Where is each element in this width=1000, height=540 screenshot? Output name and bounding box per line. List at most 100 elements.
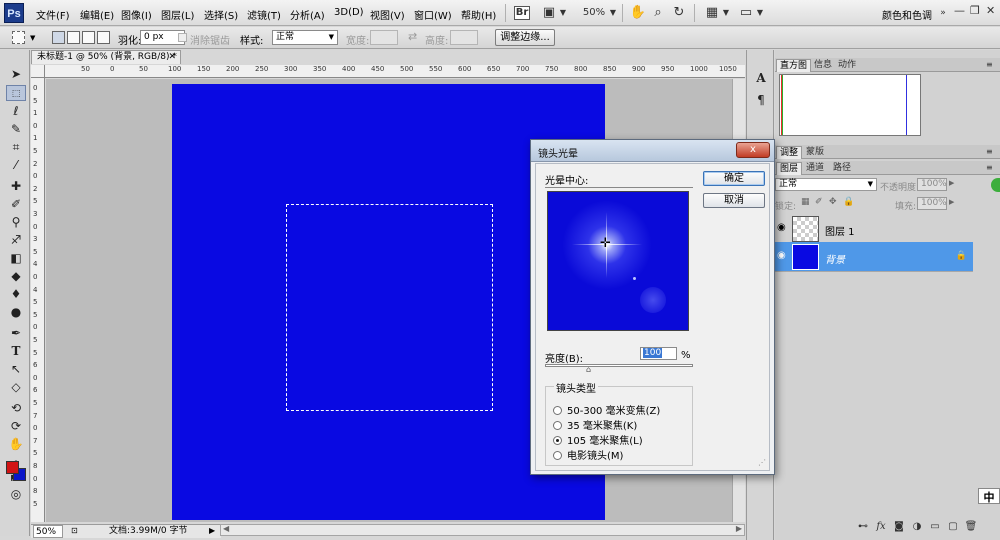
menu-view[interactable]: 视图(V) xyxy=(370,7,405,22)
menu-filter[interactable]: 滤镜(T) xyxy=(247,7,281,22)
radio-button[interactable] xyxy=(553,406,562,415)
close-tab-icon[interactable]: ✕ xyxy=(168,51,176,64)
flare-center-crosshair-icon[interactable]: ✛ xyxy=(600,237,611,250)
tab-actions[interactable]: 动作 xyxy=(835,59,859,72)
opacity-input[interactable]: 100% xyxy=(917,178,947,191)
history-brush-tool-icon[interactable]: ♐ xyxy=(6,232,26,248)
clone-stamp-tool-icon[interactable]: ⚲ xyxy=(6,214,26,230)
new-group-icon[interactable]: ▭ xyxy=(927,521,943,532)
subtract-from-selection-icon[interactable] xyxy=(82,31,95,44)
restore-icon[interactable]: ❐ xyxy=(970,4,980,17)
tab-adjustments[interactable]: 调整 xyxy=(776,146,803,159)
minimize-icon[interactable]: — xyxy=(954,4,965,17)
panel-menu-icon[interactable]: ≡ xyxy=(983,162,996,175)
menu-layer[interactable]: 图层(L) xyxy=(161,7,194,22)
lens-option-movie[interactable]: 电影镜头(M) xyxy=(553,447,623,462)
link-layers-icon[interactable]: ⊷ xyxy=(855,521,871,532)
ruler-origin[interactable] xyxy=(31,65,45,78)
shape-tool-icon[interactable]: ◇ xyxy=(6,379,26,395)
lasso-tool-icon[interactable]: ℓ xyxy=(6,103,26,119)
view-extras-icon[interactable]: ▣ xyxy=(540,5,558,21)
path-selection-tool-icon[interactable]: ↖ xyxy=(6,361,26,377)
quick-selection-tool-icon[interactable]: ✎ xyxy=(6,121,26,137)
character-panel-icon[interactable]: A xyxy=(752,70,770,86)
chevron-down-icon[interactable]: ▼ xyxy=(608,5,618,21)
blur-tool-icon[interactable]: ♦ xyxy=(6,286,26,302)
workspace-switcher[interactable]: 颜色和色调 xyxy=(882,7,932,22)
radio-button-checked[interactable] xyxy=(553,436,562,445)
layer-row-selected[interactable]: ◉ 背景 🔒 xyxy=(775,242,973,272)
close-icon[interactable]: ✕ xyxy=(986,4,995,17)
crop-tool-icon[interactable]: ⌗ xyxy=(6,139,26,155)
fill-slider-icon[interactable]: ▶ xyxy=(949,198,954,206)
add-mask-icon[interactable]: ◙ xyxy=(891,521,907,532)
horizontal-ruler[interactable]: 50 0 50 100 150 200 250 300 350 400 450 500 550 600 65… xyxy=(45,65,745,78)
scroll-right-icon[interactable]: ▶ xyxy=(736,524,742,533)
tab-channels[interactable]: 通道 xyxy=(803,162,827,175)
zoom-icon[interactable]: ⌕ xyxy=(650,5,666,21)
document-tab[interactable]: 未标题-1 @ 50% (背景, RGB/8) * ✕ xyxy=(31,50,181,64)
hand-icon[interactable]: ✋ xyxy=(629,5,647,21)
lock-transparent-icon[interactable]: ▦ xyxy=(801,197,810,207)
layer-style-icon[interactable]: fx xyxy=(873,521,889,532)
tab-masks[interactable]: 蒙版 xyxy=(803,146,827,159)
panel-menu-icon[interactable]: ≡ xyxy=(983,59,996,72)
healing-brush-tool-icon[interactable]: ✚ xyxy=(6,178,26,194)
blend-mode-select[interactable]: 正常 ▼ xyxy=(775,178,877,191)
brush-tool-icon[interactable]: ✐ xyxy=(6,196,26,212)
arrange-documents-icon[interactable]: ▦ xyxy=(703,5,721,21)
antialias-checkbox[interactable] xyxy=(178,33,187,42)
menu-edit[interactable]: 编辑(E) xyxy=(80,7,114,22)
adjustment-layer-icon[interactable]: ◑ xyxy=(909,521,925,532)
dialog-close-button[interactable]: x xyxy=(736,142,770,158)
zoom-level[interactable]: 50% xyxy=(582,5,606,21)
brightness-slider[interactable] xyxy=(545,364,693,367)
layer-visibility-eye-icon[interactable]: ◉ xyxy=(777,222,786,233)
hand-tool-icon[interactable]: ✋ xyxy=(6,436,26,452)
cancel-button[interactable]: 取消 xyxy=(703,193,765,208)
brightness-slider-thumb[interactable]: ⌂ xyxy=(586,366,591,374)
vertical-ruler[interactable]: 0510152025303540455055606570758085 xyxy=(31,78,45,522)
menu-analysis[interactable]: 分析(A) xyxy=(290,7,325,22)
tab-histogram[interactable]: 直方图 xyxy=(776,59,812,72)
height-input[interactable] xyxy=(450,30,478,45)
chevron-down-icon[interactable]: ▼ xyxy=(721,5,731,21)
swap-icon[interactable]: ⇄ xyxy=(408,30,417,43)
status-preview-icon[interactable]: ⊡ xyxy=(71,525,78,537)
3d-orbit-tool-icon[interactable]: ⟳ xyxy=(6,418,26,434)
menu-help[interactable]: 帮助(H) xyxy=(461,7,496,22)
brightness-input[interactable]: 100 xyxy=(640,347,677,360)
radio-button[interactable] xyxy=(553,451,562,460)
marquee-selection[interactable] xyxy=(286,204,493,411)
lens-option-35mm[interactable]: 35 毫米聚焦(K) xyxy=(553,417,637,432)
type-tool-icon[interactable]: T xyxy=(6,343,26,359)
fill-input[interactable]: 100% xyxy=(917,197,947,210)
tab-paths[interactable]: 路径 xyxy=(830,162,854,175)
horizontal-scrollbar[interactable]: ◀ ▶ xyxy=(220,524,745,536)
scroll-left-icon[interactable]: ◀ xyxy=(223,524,229,533)
dialog-title-bar[interactable]: 镜头光晕 x xyxy=(531,140,774,162)
menu-window[interactable]: 窗口(W) xyxy=(414,7,452,22)
paragraph-panel-icon[interactable]: ¶ xyxy=(752,92,770,108)
layer-row[interactable]: ◉ 图层 1 xyxy=(775,214,973,244)
new-layer-icon[interactable]: ▢ xyxy=(945,521,961,532)
bridge-icon[interactable]: Br xyxy=(514,6,530,20)
new-selection-icon[interactable] xyxy=(52,31,65,44)
pen-tool-icon[interactable]: ✒ xyxy=(6,325,26,341)
menu-3d[interactable]: 3D(D) xyxy=(334,7,364,18)
tab-info[interactable]: 信息 xyxy=(811,59,835,72)
screen-mode-icon[interactable]: ▭ xyxy=(737,5,755,21)
width-input[interactable] xyxy=(370,30,398,45)
lock-all-icon[interactable]: 🔒 xyxy=(843,197,854,207)
3d-rotate-tool-icon[interactable]: ⟲ xyxy=(6,400,26,416)
foreground-color-swatch[interactable] xyxy=(6,461,19,474)
status-menu-icon[interactable]: ▶ xyxy=(209,525,215,537)
move-tool-icon[interactable]: ➤ xyxy=(6,66,26,82)
rotate-view-icon[interactable]: ↻ xyxy=(671,5,687,21)
lens-option-105mm[interactable]: 105 毫米聚焦(L) xyxy=(553,432,643,447)
chevron-down-icon[interactable]: ▼ xyxy=(755,5,765,21)
intersect-selection-icon[interactable] xyxy=(97,31,110,44)
style-select[interactable]: 正常 ▼ xyxy=(272,30,338,45)
double-chevron-icon[interactable]: » xyxy=(938,5,948,21)
delete-layer-icon[interactable]: 🗑 xyxy=(963,521,979,532)
